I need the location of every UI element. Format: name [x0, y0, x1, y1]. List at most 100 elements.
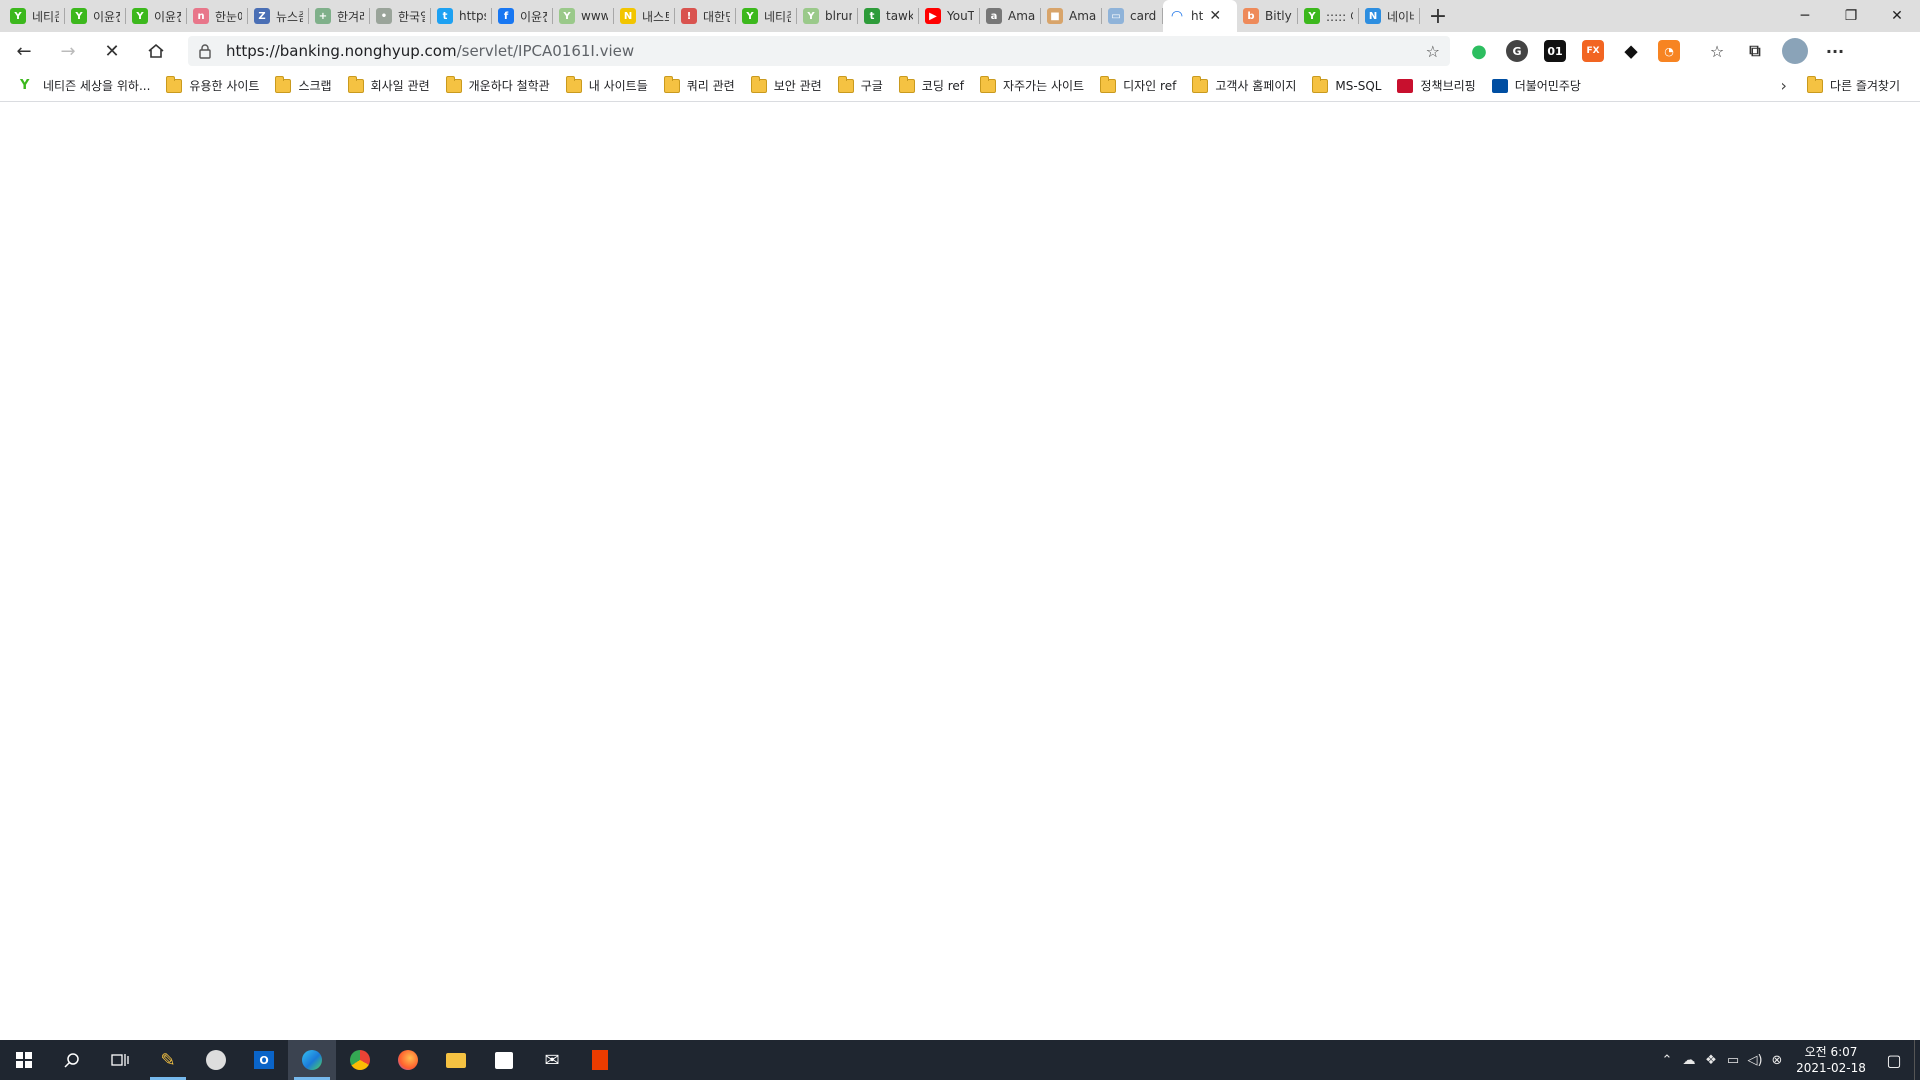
favorite-item[interactable]: 고객사 홈페이지	[1184, 74, 1304, 98]
task-view-button[interactable]	[96, 1040, 144, 1080]
naver-sprout-icon: Y	[803, 8, 819, 24]
address-bar[interactable]: https://banking.nonghyup.com/servlet/IPC…	[188, 36, 1450, 66]
taskbar-clock-app[interactable]	[192, 1040, 240, 1080]
browser-tab[interactable]: N 네이버	[1359, 0, 1420, 32]
chrome-icon	[350, 1050, 370, 1070]
forward-button[interactable]: →	[48, 34, 88, 68]
browser-tab[interactable]: Y 네티즌	[736, 0, 797, 32]
browser-tab[interactable]: t https:/	[431, 0, 492, 32]
favorites-button[interactable]: ☆	[1706, 40, 1728, 62]
taskbar-chrome[interactable]	[336, 1040, 384, 1080]
browser-tab[interactable]: ! 대한민	[675, 0, 736, 32]
taskbar-store[interactable]	[480, 1040, 528, 1080]
close-circle-icon: ⊗	[1771, 1052, 1783, 1068]
folder-icon	[275, 75, 292, 93]
browser-tab[interactable]: Y 네티즌	[4, 0, 65, 32]
favorite-item[interactable]: 구글	[830, 74, 891, 98]
tab-title: blrun2	[825, 9, 852, 23]
taskbar-outlook[interactable]: O	[240, 1040, 288, 1080]
favorite-item[interactable]: 더불어민주당	[1484, 74, 1589, 98]
stop-loading-button[interactable]: ✕	[92, 34, 132, 68]
favorite-item[interactable]: 코딩 ref	[891, 74, 972, 98]
browser-tab[interactable]: n 한눈에	[187, 0, 248, 32]
star-plus-icon: ☆	[1425, 41, 1440, 61]
back-button[interactable]: ←	[4, 34, 44, 68]
folder-icon	[347, 75, 364, 93]
browser-tab[interactable]: Yblrun2	[797, 0, 858, 32]
clock-icon	[206, 1050, 226, 1070]
drop-extension-button[interactable]: ⬥	[1620, 40, 1642, 62]
browser-tab[interactable]: + 한겨레	[309, 0, 370, 32]
browser-tab[interactable]: Ywww.b	[553, 0, 614, 32]
o1-extension-button[interactable]: 01	[1544, 40, 1566, 62]
plus-icon: +	[1428, 3, 1448, 29]
home-button[interactable]	[136, 34, 176, 68]
browser-tab[interactable]: • 한국일	[370, 0, 431, 32]
arrow-left-icon: ←	[16, 40, 32, 62]
rss-feed-extension-button[interactable]: FX	[1582, 40, 1604, 62]
minimize-button[interactable]: ─	[1782, 0, 1828, 32]
favorite-item[interactable]: 개운하다 철학관	[438, 74, 558, 98]
favorites-list: Y 네티즌 세상을 위하... 유용한 사이트 스크랩 회사일 관련 개운하다 철학관 내 …	[12, 74, 1589, 98]
taskbar-pen-app[interactable]: ✎	[144, 1040, 192, 1080]
show-hidden-icons-button[interactable]: ⌃	[1656, 1053, 1678, 1068]
close-window-button[interactable]: ✕	[1874, 0, 1920, 32]
favorite-item[interactable]: 회사일 관련	[340, 74, 438, 98]
browser-tab[interactable]: b Bitly |	[1237, 0, 1298, 32]
browser-tab[interactable]: ▶ YouTub	[919, 0, 980, 32]
new-tab-button[interactable]: +	[1420, 0, 1456, 32]
show-desktop-button[interactable]	[1914, 1040, 1920, 1080]
volume-tray-icon[interactable]: ◁)	[1744, 1053, 1766, 1068]
settings-more-button[interactable]: ···	[1824, 40, 1846, 62]
favorite-item[interactable]: 정책브리핑	[1389, 74, 1483, 98]
browser-tab[interactable]: ■ Amazo	[1041, 0, 1102, 32]
taskbar-clock[interactable]: 오전 6:07 2021-02-18	[1788, 1044, 1874, 1076]
other-favorites-folder[interactable]: 다른 즐겨찾기	[1799, 74, 1908, 98]
favorite-item[interactable]: MS-SQL	[1304, 74, 1389, 98]
window-controls: ─ ❐ ✕	[1782, 0, 1920, 32]
favorite-item[interactable]: 보안 관련	[743, 74, 830, 98]
browser-tab[interactable]: a Amazo	[980, 0, 1041, 32]
rss-extension-button[interactable]: ◔	[1658, 40, 1680, 62]
browser-tab[interactable]: Y 이윤진	[126, 0, 187, 32]
browser-tab[interactable]: ◠ ht ✕	[1163, 0, 1237, 32]
tab-close-button[interactable]: ✕	[1209, 8, 1221, 24]
search-button[interactable]	[48, 1040, 96, 1080]
browser-tab[interactable]: Z 뉴스줌	[248, 0, 309, 32]
browser-tab[interactable]: N 내스트	[614, 0, 675, 32]
taskbar-firefox[interactable]	[384, 1040, 432, 1080]
close-icon: ✕	[1891, 8, 1903, 24]
favorite-item[interactable]: 내 사이트들	[558, 74, 656, 98]
security-tray-icon[interactable]: ⊗	[1766, 1053, 1788, 1068]
favorite-item[interactable]: 쿼리 관련	[656, 74, 743, 98]
favorite-item[interactable]: 디자인 ref	[1092, 74, 1184, 98]
onedrive-tray-icon[interactable]: ☁	[1678, 1053, 1700, 1068]
dropbox-tray-icon[interactable]: ❖	[1700, 1053, 1722, 1068]
add-favorite-button[interactable]: ☆	[1426, 42, 1440, 61]
action-center-button[interactable]: ▢	[1874, 1051, 1914, 1070]
evernote-extension-button[interactable]: ●	[1468, 40, 1490, 62]
favorite-item[interactable]: 유용한 사이트	[158, 74, 267, 98]
taskbar-edge[interactable]	[288, 1040, 336, 1080]
windows-logo-icon	[16, 1052, 32, 1068]
taskbar-file-explorer[interactable]	[432, 1040, 480, 1080]
restore-button[interactable]: ❐	[1828, 0, 1874, 32]
browser-tab[interactable]: t tawk.to	[858, 0, 919, 32]
start-button[interactable]	[0, 1040, 48, 1080]
favorite-item[interactable]: 자주가는 사이트	[972, 74, 1092, 98]
tab-title: https:/	[459, 9, 486, 23]
browser-tab[interactable]: ▭ card.n	[1102, 0, 1163, 32]
favorite-label: MS-SQL	[1335, 78, 1382, 93]
browser-tab[interactable]: f 이윤진	[492, 0, 553, 32]
favorite-item[interactable]: 스크랩	[267, 74, 339, 98]
taskbar-mail[interactable]: ✉	[528, 1040, 576, 1080]
network-tray-icon[interactable]: ▭	[1722, 1053, 1744, 1068]
browser-tab[interactable]: Y::::: 이식	[1298, 0, 1359, 32]
favorite-item[interactable]: Y 네티즌 세상을 위하...	[12, 74, 158, 98]
browser-tab[interactable]: Y 이윤진	[65, 0, 126, 32]
ghostery-extension-button[interactable]: G	[1506, 40, 1528, 62]
profile-button[interactable]	[1782, 38, 1808, 64]
collections-button[interactable]: ⧉	[1744, 40, 1766, 62]
favorites-overflow-button[interactable]: ›	[1781, 76, 1787, 95]
taskbar-office[interactable]	[576, 1040, 624, 1080]
